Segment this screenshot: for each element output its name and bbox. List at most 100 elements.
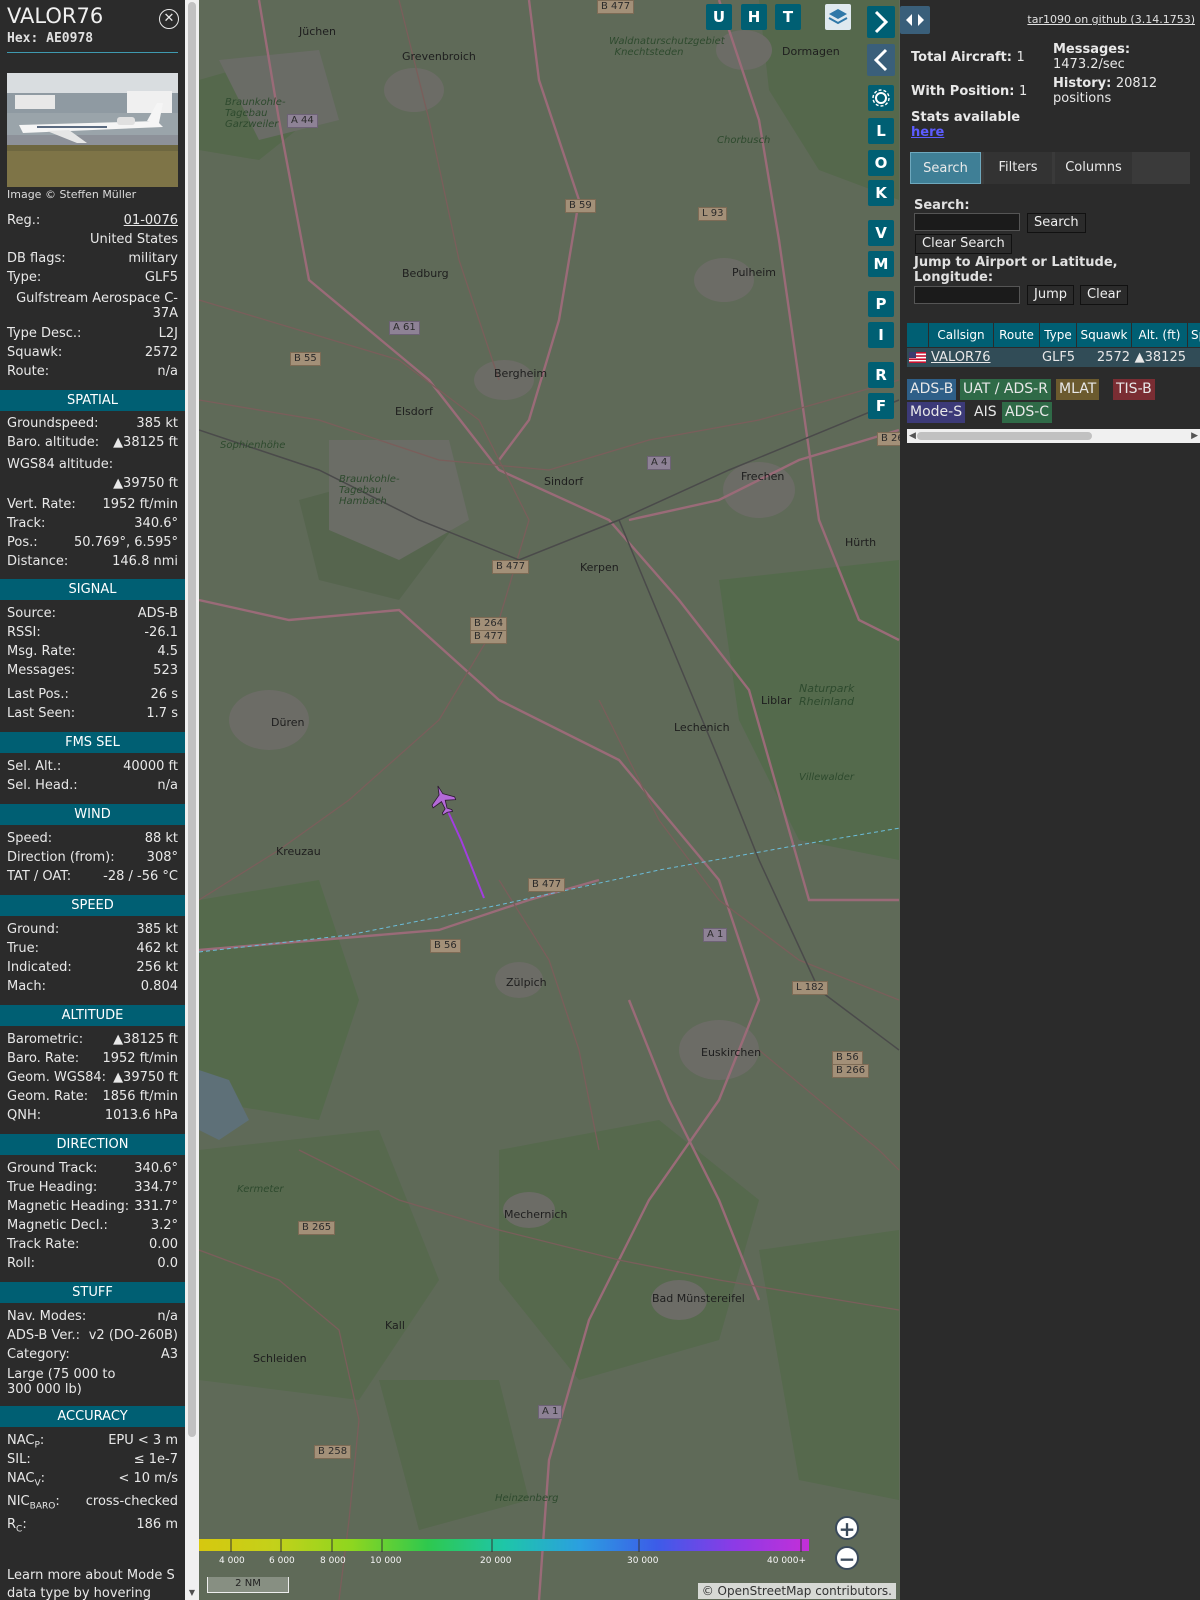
aircraft-photo[interactable]	[7, 73, 178, 187]
layers-icon[interactable]	[825, 4, 851, 30]
table-cell-route[interactable]	[994, 348, 1040, 367]
toggle-v-button[interactable]: V	[868, 220, 894, 246]
table-cell-callsign[interactable]: VALOR76	[929, 348, 994, 367]
accuracy-row-1-label: SIL:	[7, 1452, 31, 1467]
signal-row-4: Last Pos.: 26 s	[7, 687, 178, 705]
signal-row-3-value: 523	[153, 663, 178, 678]
toggle-i-button[interactable]: I	[868, 322, 894, 348]
map-view[interactable]: Jüchen Grevenbroich Dormagen Braunkohle-Tag…	[199, 0, 900, 1600]
table-horizontal-scrollbar[interactable]: ◀ ▶	[907, 429, 1200, 443]
detail-row-0-label: Reg.:	[7, 213, 41, 228]
source-filter-badge[interactable]: UAT / ADS-R	[960, 379, 1051, 400]
source-filter-badge[interactable]: TIS-B	[1113, 379, 1155, 400]
toggle-l-button[interactable]: L	[868, 118, 894, 144]
expand-collapse-icon[interactable]	[900, 6, 930, 34]
table-cell-type[interactable]: GLF5	[1040, 348, 1077, 367]
toggle-h-button[interactable]: H	[741, 4, 767, 30]
road-shield: B 266	[832, 1064, 870, 1078]
search-button[interactable]: Search	[1027, 213, 1086, 233]
source-filter-badge[interactable]: MLAT	[1056, 379, 1100, 400]
toggle-m-button[interactable]: M	[868, 251, 894, 277]
tab-search[interactable]: Search	[910, 152, 981, 184]
altitude-row-4-label: QNH:	[7, 1108, 42, 1123]
direction-row-0-label: Ground Track:	[7, 1161, 98, 1176]
close-icon[interactable]: ✕	[159, 9, 179, 29]
zoom-out-button[interactable]: −	[835, 1546, 859, 1570]
table-cell-altitude[interactable]: ▲38125	[1132, 348, 1188, 367]
settings-gear-icon[interactable]	[868, 85, 894, 111]
detail-row-3-label: Type:	[7, 270, 42, 285]
stats-link[interactable]: here	[911, 125, 944, 140]
table-cell-squawk[interactable]: 2572	[1077, 348, 1132, 367]
jump-input[interactable]	[914, 286, 1020, 304]
toggle-u-button[interactable]: U	[706, 4, 732, 30]
spatial-row-4-value: 340.6°	[134, 516, 178, 531]
source-filter-badge[interactable]: Mode-S	[907, 402, 966, 423]
road-shield: A 44	[287, 114, 318, 128]
info-panel-scrollbar[interactable]: ▲ ▼	[185, 0, 199, 1600]
toggle-t-button[interactable]: T	[775, 4, 801, 30]
toggle-r-button[interactable]: R	[868, 362, 894, 388]
source-filter-badge[interactable]: ADS-B	[907, 379, 957, 400]
spatial-row-3: Vert. Rate: 1952 ft/min	[7, 497, 178, 515]
divider	[7, 52, 178, 53]
signal-row-2-label: Msg. Rate:	[7, 644, 76, 659]
history-stat: History: 20812 positions	[1053, 76, 1193, 106]
detail-row-0-value[interactable]: 01-0076	[124, 213, 178, 228]
altitude-row-1-label: Baro. Rate:	[7, 1051, 80, 1066]
source-filter-badge[interactable]: AIS	[971, 402, 1000, 423]
signal-row-1: RSSI: -26.1	[7, 625, 178, 643]
column-header-type[interactable]: Type	[1040, 323, 1077, 347]
search-input[interactable]	[914, 213, 1020, 231]
tab-columns[interactable]: Columns	[1055, 152, 1132, 184]
tab-filters[interactable]: Filters	[984, 152, 1052, 184]
jump-button[interactable]: Jump	[1027, 285, 1074, 305]
map-attribution[interactable]: © OpenStreetMap contributors.	[697, 1583, 896, 1599]
column-header-flag[interactable]	[907, 323, 929, 347]
direction-row-5: Roll: 0.0	[7, 1256, 178, 1274]
spatial-row-5: Pos.: 50.769°, 6.595°	[7, 535, 178, 553]
wgs84-altitude-value: ▲39750 ft	[113, 476, 178, 491]
hscroll-thumb[interactable]	[917, 432, 1092, 440]
column-header-altitude[interactable]: Alt. (ft)	[1132, 323, 1188, 347]
github-link[interactable]: tar1090 on github (3.14.1753)	[1027, 13, 1195, 26]
section-stuff-header: STUFF	[0, 1282, 185, 1303]
altitude-row-0-label: Barometric:	[7, 1032, 84, 1047]
spatial-row-3-value: 1952 ft/min	[102, 497, 178, 512]
spatial-row-6-label: Distance:	[7, 554, 69, 569]
signal-row-1-label: RSSI:	[7, 625, 41, 640]
detail-row-3: Type: GLF5	[7, 270, 178, 288]
scroll-left-icon[interactable]: ◀	[909, 429, 916, 443]
road-shield: B 477	[528, 878, 566, 892]
toggle-p-button[interactable]: P	[868, 291, 894, 317]
column-header-route[interactable]: Route	[994, 323, 1040, 347]
toggle-k-button[interactable]: K	[868, 180, 894, 206]
road-shield: L 182	[792, 981, 828, 995]
accuracy-row-2: NACV: < 10 m/s	[7, 1471, 178, 1489]
table-cell-speed[interactable]	[1188, 348, 1200, 367]
scrollbar-thumb[interactable]	[188, 2, 196, 1437]
signal-row-3: Messages: 523	[7, 663, 178, 681]
wind-row-2: TAT / OAT: -28 / -56 °C	[7, 869, 178, 887]
source-filter-badge[interactable]: ADS-C	[1002, 402, 1053, 423]
signal-row-0-value: ADS-B	[137, 606, 178, 621]
column-header-speed[interactable]: Sp	[1188, 323, 1200, 347]
spatial-row-0: Groundspeed: 385 kt	[7, 416, 178, 434]
toggle-o-button[interactable]: O	[868, 150, 894, 176]
direction-row-2-label: Magnetic Heading:	[7, 1199, 130, 1214]
toggle-f-button[interactable]: F	[868, 393, 894, 419]
map-place-label: Hürth	[845, 536, 877, 549]
detail-row-0: Reg.: 01-0076	[7, 213, 178, 231]
clear-search-button[interactable]: Clear Search	[915, 234, 1012, 254]
column-header-callsign[interactable]: Callsign	[929, 323, 994, 347]
color-scale-tick-label: 10 000	[370, 1556, 402, 1566]
scroll-down-icon[interactable]: ▼	[187, 1588, 197, 1598]
column-header-squawk[interactable]: Squawk	[1077, 323, 1132, 347]
category-description: Large (75 000 to 300 000 lb)	[7, 1367, 116, 1397]
chevron-left-icon[interactable]	[867, 44, 895, 76]
zoom-in-button[interactable]: +	[835, 1516, 859, 1540]
color-scale-gradient	[199, 1539, 809, 1551]
chevron-right-icon[interactable]	[867, 6, 895, 38]
clear-button[interactable]: Clear	[1080, 285, 1128, 305]
scroll-right-icon[interactable]: ▶	[1191, 429, 1198, 443]
